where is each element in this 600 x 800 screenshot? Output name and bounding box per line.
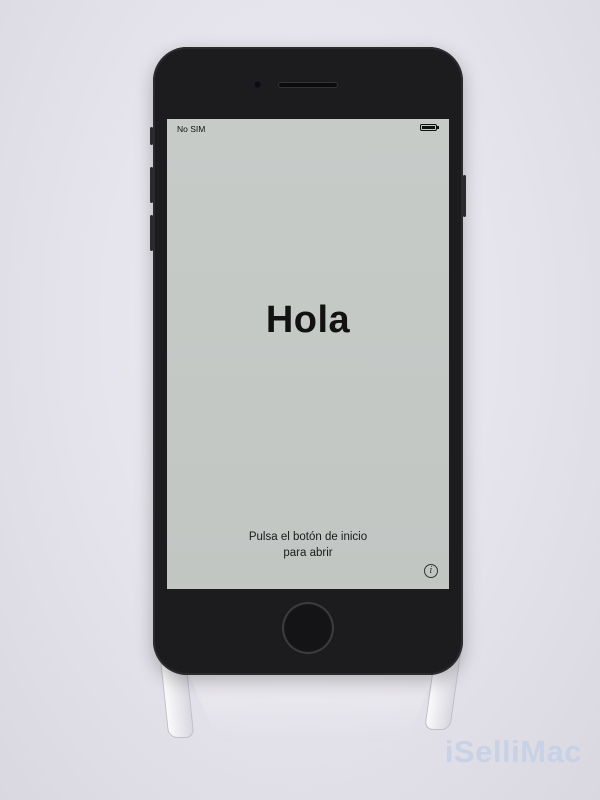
unlock-prompt-line-2: para abrir [283, 547, 333, 559]
display-stand-base [188, 672, 436, 742]
phone-body: No SIM Hola Pulsa el botón de inicio par… [150, 47, 466, 675]
unlock-prompt-line-1: Pulsa el botón de inicio [248, 531, 368, 543]
battery-icon [420, 124, 439, 131]
battery-fill [422, 126, 435, 129]
setup-screen[interactable]: No SIM Hola Pulsa el botón de inicio par… [167, 119, 449, 589]
watermark-logo: iSelliMac [444, 734, 582, 769]
unlock-prompt: Pulsa el botón de inicio para abrir [167, 529, 449, 561]
battery-tip [437, 126, 439, 129]
power-button [463, 175, 466, 217]
front-camera [253, 80, 262, 89]
earpiece-speaker [278, 82, 338, 88]
home-button[interactable] [282, 602, 334, 654]
volume-down-button [150, 215, 153, 251]
status-carrier: No SIM [177, 124, 206, 134]
mute-switch [150, 127, 153, 145]
info-icon[interactable]: i [424, 564, 438, 578]
greeting-title: Hola [265, 299, 351, 341]
volume-up-button [150, 167, 153, 203]
